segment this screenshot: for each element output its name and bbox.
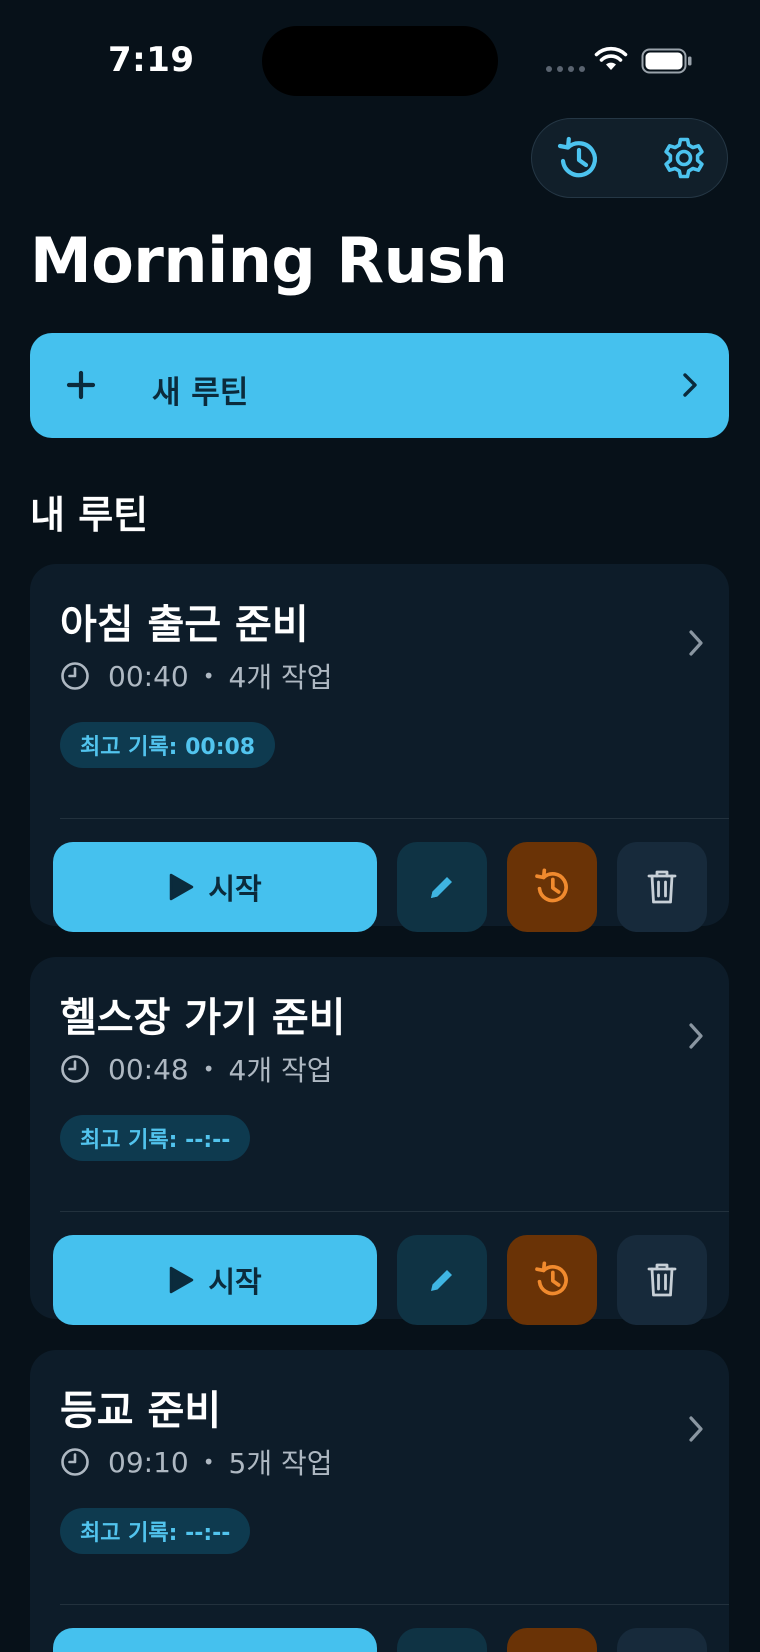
- chevron-right-icon: [683, 373, 697, 397]
- edit-button[interactable]: [397, 1235, 487, 1325]
- best-record-badge: 최고 기록: --:--: [60, 1508, 251, 1554]
- routine-title: 헬스장 가기 준비: [60, 995, 346, 1041]
- delete-button[interactable]: [617, 1628, 707, 1652]
- page-title: Morning Rush: [30, 224, 508, 297]
- clock-icon: [60, 661, 90, 691]
- chevron-right-icon: [689, 630, 703, 656]
- cellular-signal-icon: [546, 66, 585, 72]
- status-bar: 7:19: [0, 0, 760, 110]
- wifi-icon: [594, 46, 628, 70]
- routine-meta: 00:40 • 4개 작업: [60, 658, 333, 694]
- routine-task-count: 5개 작업: [228, 1447, 333, 1480]
- routine-card[interactable]: 헬스장 가기 준비 00:48 • 4개 작업 최고 기록: --:-- 시작: [30, 957, 729, 1325]
- routine-task-count: 4개 작업: [228, 661, 333, 694]
- routine-card[interactable]: 아침 출근 준비 00:40 • 4개 작업 최고 기록: 00:08 시작: [30, 564, 729, 932]
- best-record-badge: 최고 기록: 00:08: [60, 722, 276, 768]
- record-history-button[interactable]: [507, 1628, 597, 1652]
- start-button[interactable]: 시작: [53, 1235, 377, 1325]
- start-button[interactable]: 시작: [53, 842, 377, 932]
- pencil-icon: [431, 1270, 452, 1291]
- section-title: 내 루틴: [30, 493, 149, 537]
- start-button[interactable]: 시작: [53, 1628, 377, 1652]
- divider: [60, 818, 729, 819]
- settings-button[interactable]: [656, 131, 712, 187]
- history-icon: [557, 136, 597, 178]
- history-icon: [535, 1261, 568, 1296]
- routine-title: 등교 준비: [60, 1388, 222, 1434]
- new-routine-button[interactable]: 새 루틴: [30, 333, 729, 438]
- meta-separator: •: [202, 664, 215, 688]
- edit-button[interactable]: [397, 1628, 487, 1652]
- routine-duration: 09:10: [108, 1445, 189, 1479]
- divider: [60, 1211, 729, 1212]
- routine-duration: 00:48: [108, 1052, 189, 1086]
- plus-icon: [66, 370, 96, 400]
- record-history-button[interactable]: [507, 842, 597, 932]
- trash-icon: [647, 870, 677, 904]
- routine-duration: 00:40: [108, 659, 189, 693]
- gear-icon: [664, 137, 704, 179]
- routine-card[interactable]: 등교 준비 09:10 • 5개 작업 최고 기록: --:-- 시작: [30, 1350, 729, 1652]
- battery-icon: [641, 48, 692, 74]
- meta-separator: •: [202, 1057, 215, 1081]
- routine-meta: 00:48 • 4개 작업: [60, 1051, 333, 1087]
- screen: 7:19 Morning Rush 새 루틴 내 루틴 아침 출근 준비 00:…: [0, 0, 760, 1652]
- play-icon: [170, 1266, 194, 1294]
- status-time: 7:19: [108, 40, 195, 80]
- routine-task-count: 4개 작업: [228, 1054, 333, 1087]
- start-label: 시작: [208, 872, 262, 906]
- delete-button[interactable]: [617, 1235, 707, 1325]
- new-routine-label: 새 루틴: [152, 375, 249, 411]
- edit-button[interactable]: [397, 842, 487, 932]
- dynamic-island: [262, 26, 498, 96]
- header-actions: [531, 118, 728, 198]
- divider: [60, 1604, 729, 1605]
- routine-meta: 09:10 • 5개 작업: [60, 1444, 333, 1480]
- chevron-right-icon: [689, 1416, 703, 1442]
- meta-separator: •: [202, 1450, 215, 1474]
- trash-icon: [647, 1263, 677, 1297]
- history-icon: [535, 868, 568, 903]
- chevron-right-icon: [689, 1023, 703, 1049]
- start-label: 시작: [208, 1265, 262, 1299]
- play-icon: [170, 873, 194, 901]
- delete-button[interactable]: [617, 842, 707, 932]
- best-record-badge: 최고 기록: --:--: [60, 1115, 251, 1161]
- clock-icon: [60, 1447, 90, 1477]
- routine-title: 아침 출근 준비: [60, 602, 309, 648]
- pencil-icon: [431, 877, 452, 898]
- record-history-button[interactable]: [507, 1235, 597, 1325]
- clock-icon: [60, 1054, 90, 1084]
- history-button[interactable]: [550, 131, 606, 187]
